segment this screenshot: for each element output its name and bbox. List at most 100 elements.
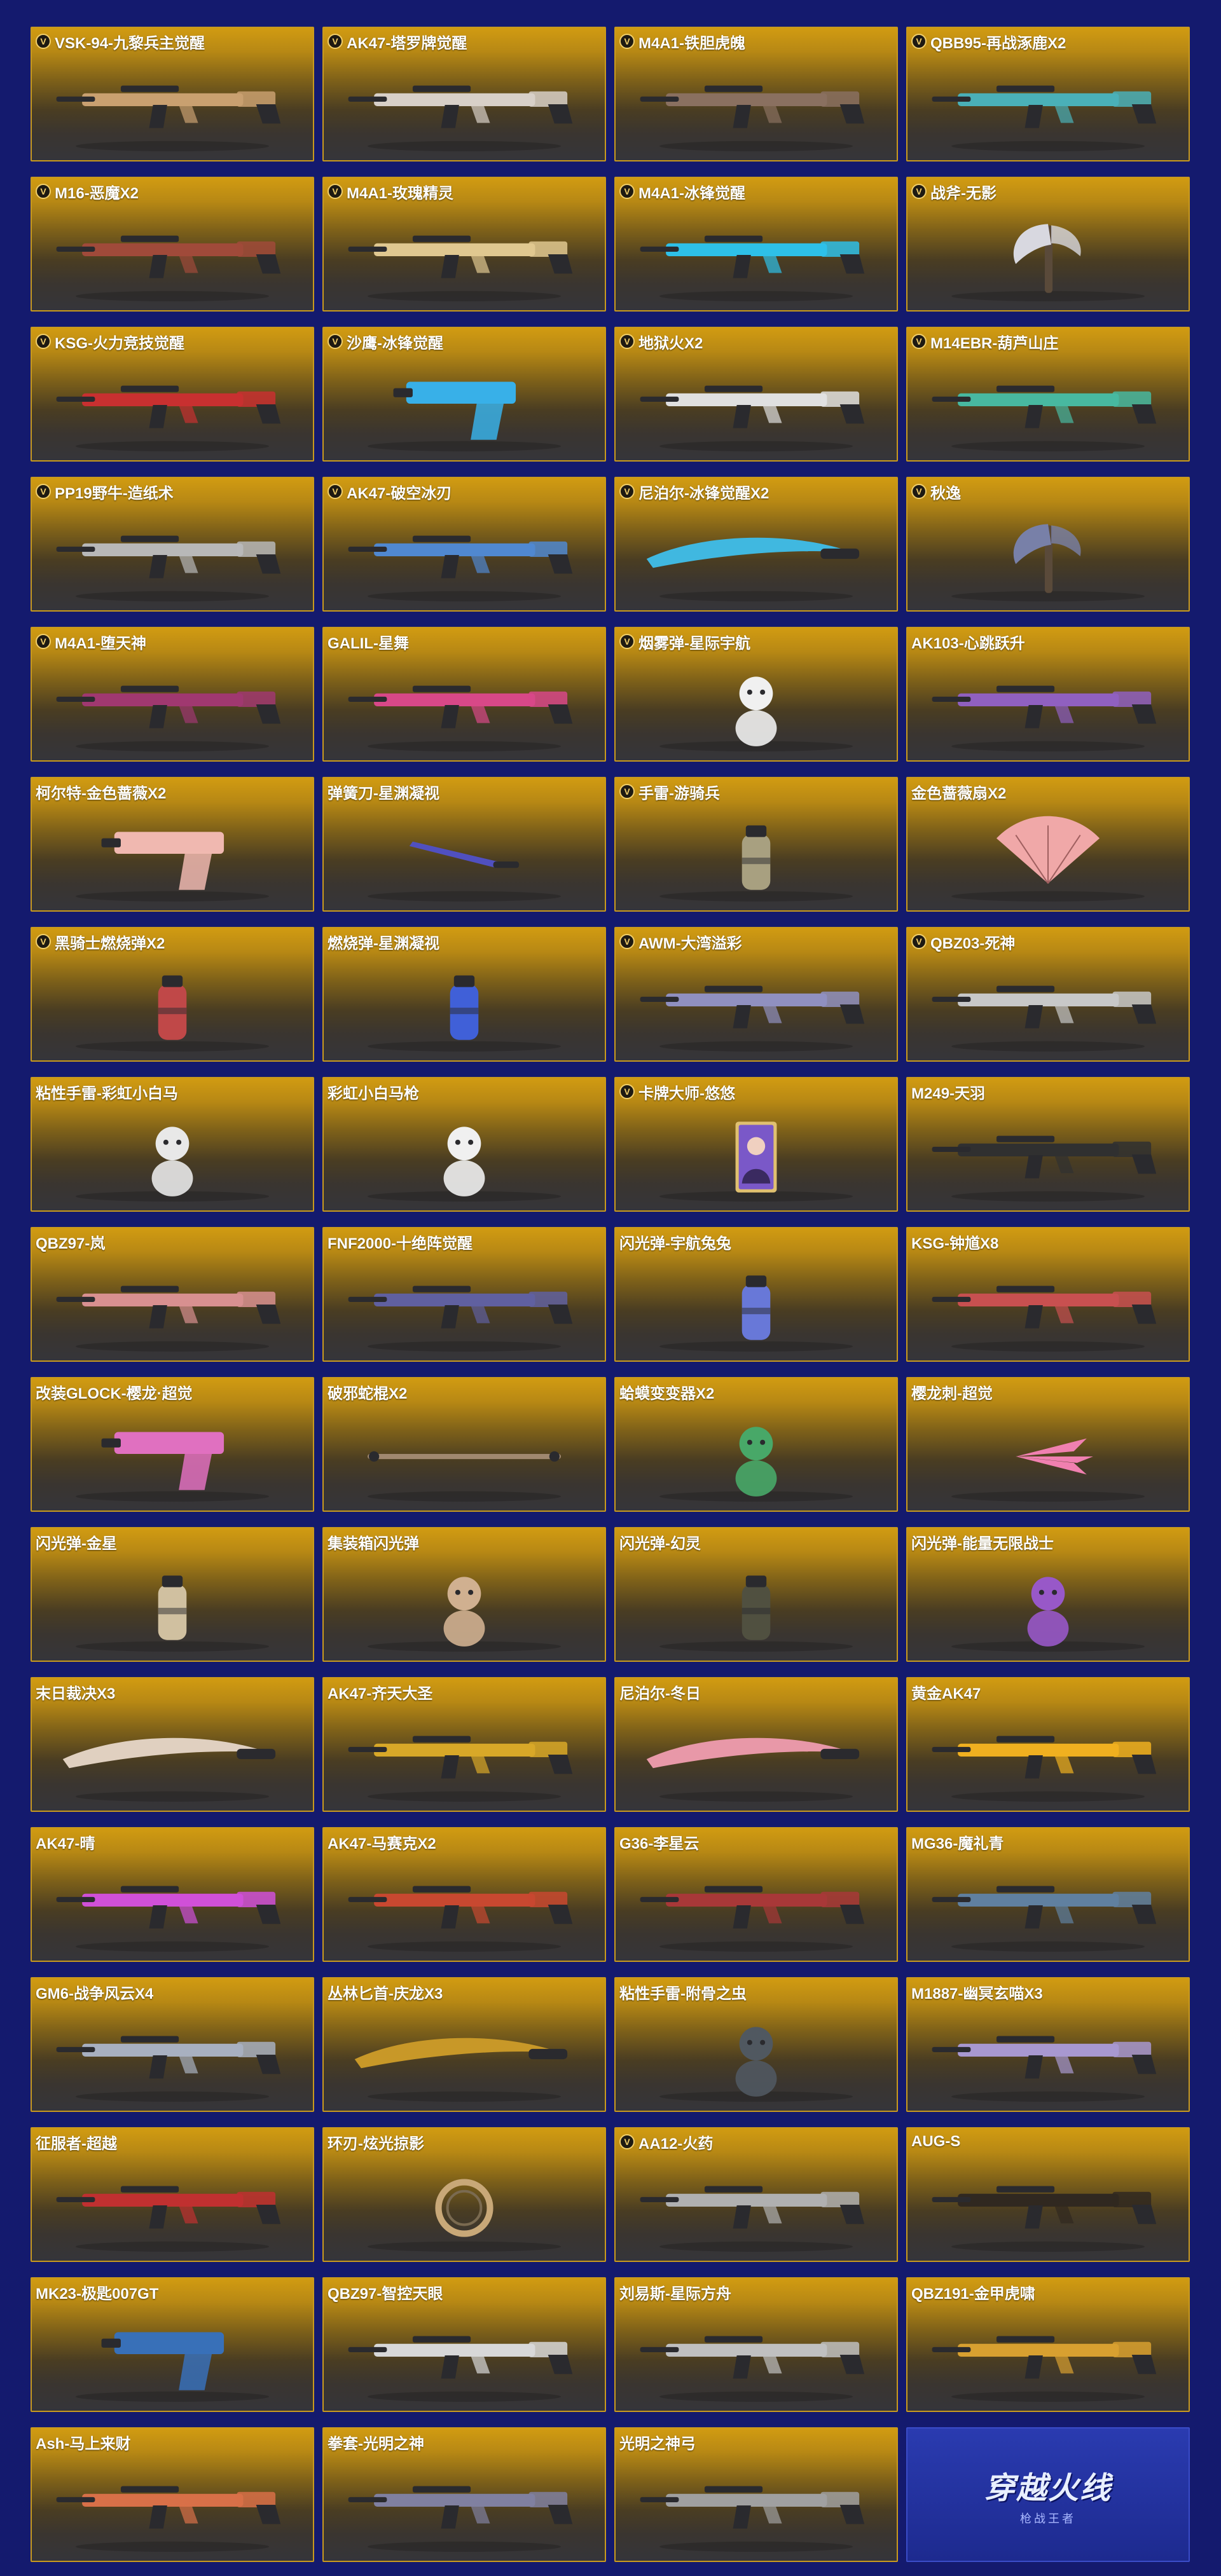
item-card[interactable]: V AK47-塔罗牌觉醒 [322,27,606,161]
item-title: VSK-94-九黎兵主觉醒 [55,34,205,52]
grenade-icon [76,1575,269,1652]
item-image [622,1406,890,1503]
item-card[interactable]: 樱龙刺-超觉 [906,1377,1190,1512]
item-card[interactable]: AUG-S [906,2127,1190,2262]
item-card[interactable]: 闪光弹-能量无限战士 [906,1527,1190,1662]
item-card[interactable]: 闪光弹-幻灵 [614,1527,898,1662]
item-card[interactable]: V M14EBR-葫芦山庄 [906,327,1190,462]
item-card[interactable]: 闪光弹-金星 [31,1527,314,1662]
item-card[interactable]: V M4A1-铁胆虎魄 [614,27,898,161]
item-card[interactable]: AK47-齐天大圣 [322,1677,606,1812]
item-card[interactable]: V M4A1-玫瑰精灵 [322,177,606,312]
gun-icon [56,2486,281,2552]
item-card[interactable]: AK47-马赛克X2 [322,1827,606,1962]
v-badge-icon: V [328,184,343,199]
item-card[interactable]: V 卡牌大师-悠悠 [614,1077,898,1212]
item-card-header: V M14EBR-葫芦山庄 [911,332,1185,352]
item-card[interactable]: 丛林匕首-庆龙X3 [322,1977,606,2112]
item-image [622,2156,890,2253]
item-card[interactable]: 集装箱闪光弹 [322,1527,606,1662]
blade-icon [646,537,860,601]
item-title: 尼泊尔-冬日 [619,1685,701,1702]
item-card-header: V M16-恶魔X2 [36,182,309,202]
item-card[interactable]: V AWM-大湾溢彩 [614,927,898,1062]
item-card[interactable]: V 黑骑士燃烧弹X2 [31,927,314,1062]
item-card[interactable]: 末日裁决X3 [31,1677,314,1812]
item-card[interactable]: QBZ97-智控天眼 [322,2277,606,2412]
item-card[interactable]: V M4A1-冰锋觉醒 [614,177,898,312]
item-title: AK47-破空冰刃 [347,484,452,502]
item-card[interactable]: 光明之神弓 [614,2427,898,2562]
item-card[interactable]: V 沙鹰-冰锋觉醒 [322,327,606,462]
item-card[interactable]: V 烟雾弹-星际宇航 [614,627,898,762]
item-card[interactable]: 环刃-炫光掠影 [322,2127,606,2262]
item-card[interactable]: V AA12-火药 [614,2127,898,2262]
item-card[interactable]: M1887-幽冥玄喵X3 [906,1977,1190,2112]
item-card[interactable]: V VSK-94-九黎兵主觉醒 [31,27,314,161]
item-card[interactable]: 征服者-超越 [31,2127,314,2262]
item-card[interactable]: V AK47-破空冰刃 [322,477,606,612]
item-title: AK47-马赛克X2 [328,1835,436,1853]
gun-icon [348,85,573,151]
item-card[interactable]: 柯尔特-金色蔷薇X2 [31,777,314,912]
item-card[interactable]: 金色蔷薇扇X2 [906,777,1190,912]
item-card[interactable]: V M16-恶魔X2 [31,177,314,312]
item-card[interactable]: GALIL-星舞 [322,627,606,762]
item-card-header: V KSG-火力竞技觉醒 [36,332,309,352]
item-card[interactable]: KSG-钟馗X8 [906,1227,1190,1362]
item-card-header: 改装GLOCK-樱龙·超觉 [36,1382,309,1402]
item-card[interactable]: V QBZ03-死神 [906,927,1190,1062]
gun-icon [640,2486,865,2552]
item-card[interactable]: V KSG-火力竞技觉醒 [31,327,314,462]
item-card[interactable]: QBZ97-岚 [31,1227,314,1362]
item-title: M4A1-铁胆虎魄 [638,34,746,52]
item-image [914,806,1182,903]
item-card[interactable]: AK103-心跳跃升 [906,627,1190,762]
item-image [330,806,598,903]
item-card[interactable]: MK23-极匙007GT [31,2277,314,2412]
item-card[interactable]: V 地狱火X2 [614,327,898,462]
item-title: M16-恶魔X2 [55,184,139,202]
item-card-header: V 尼泊尔-冰锋觉醒X2 [619,482,893,502]
item-card[interactable]: 尼泊尔-冬日 [614,1677,898,1812]
item-card[interactable]: QBZ191-金甲虎啸 [906,2277,1190,2412]
item-title: M4A1-玫瑰精灵 [347,184,454,202]
item-card[interactable]: MG36-魔礼青 [906,1827,1190,1962]
item-card[interactable]: 粘性手雷-彩虹小白马 [31,1077,314,1212]
item-card[interactable]: 燃烧弹-星渊凝视 [322,927,606,1062]
item-card-header: V QBZ03-死神 [911,932,1185,952]
v-badge-icon: V [619,784,635,799]
item-title: 蛤蟆变变器X2 [619,1385,715,1402]
item-image [38,2006,307,2103]
item-card[interactable]: M249-天羽 [906,1077,1190,1212]
item-card[interactable]: 闪光弹-宇航兔兔 [614,1227,898,1362]
item-card[interactable]: 蛤蟆变变器X2 [614,1377,898,1512]
item-card[interactable]: V 手雷-游骑兵 [614,777,898,912]
item-card[interactable]: V 秋逸 [906,477,1190,612]
item-card[interactable]: 黄金AK47 [906,1677,1190,1812]
item-card[interactable]: Ash-马上来财 [31,2427,314,2562]
item-card-header: AK47-齐天大圣 [328,1682,601,1702]
item-card[interactable]: G36-李星云 [614,1827,898,1962]
item-card[interactable]: 刘易斯-星际方舟 [614,2277,898,2412]
item-card[interactable]: V 战斧-无影 [906,177,1190,312]
item-card[interactable]: 改装GLOCK-樱龙·超觉 [31,1377,314,1512]
item-card[interactable]: FNF2000-十绝阵觉醒 [322,1227,606,1362]
item-card[interactable]: V QBB95-再战涿鹿X2 [906,27,1190,161]
item-card[interactable]: 拳套-光明之神 [322,2427,606,2562]
item-card-header: 破邪蛇棍X2 [328,1382,601,1402]
item-card[interactable]: 弹簧刀-星渊凝视 [322,777,606,912]
item-card[interactable]: GM6-战争风云X4 [31,1977,314,2112]
gun-icon [932,685,1157,751]
item-card[interactable]: V 尼泊尔-冰锋觉醒X2 [614,477,898,612]
figure-icon [368,1127,561,1202]
item-card[interactable]: 彩虹小白马枪 [322,1077,606,1212]
item-card[interactable]: AK47-晴 [31,1827,314,1962]
item-image [38,656,307,753]
item-card[interactable]: V PP19野牛-造纸术 [31,477,314,612]
item-image [38,1856,307,1953]
fan-icon [951,816,1145,901]
item-card[interactable]: 粘性手雷-附骨之虫 [614,1977,898,2112]
item-card[interactable]: 破邪蛇棍X2 [322,1377,606,1512]
item-card[interactable]: V M4A1-堕天神 [31,627,314,762]
